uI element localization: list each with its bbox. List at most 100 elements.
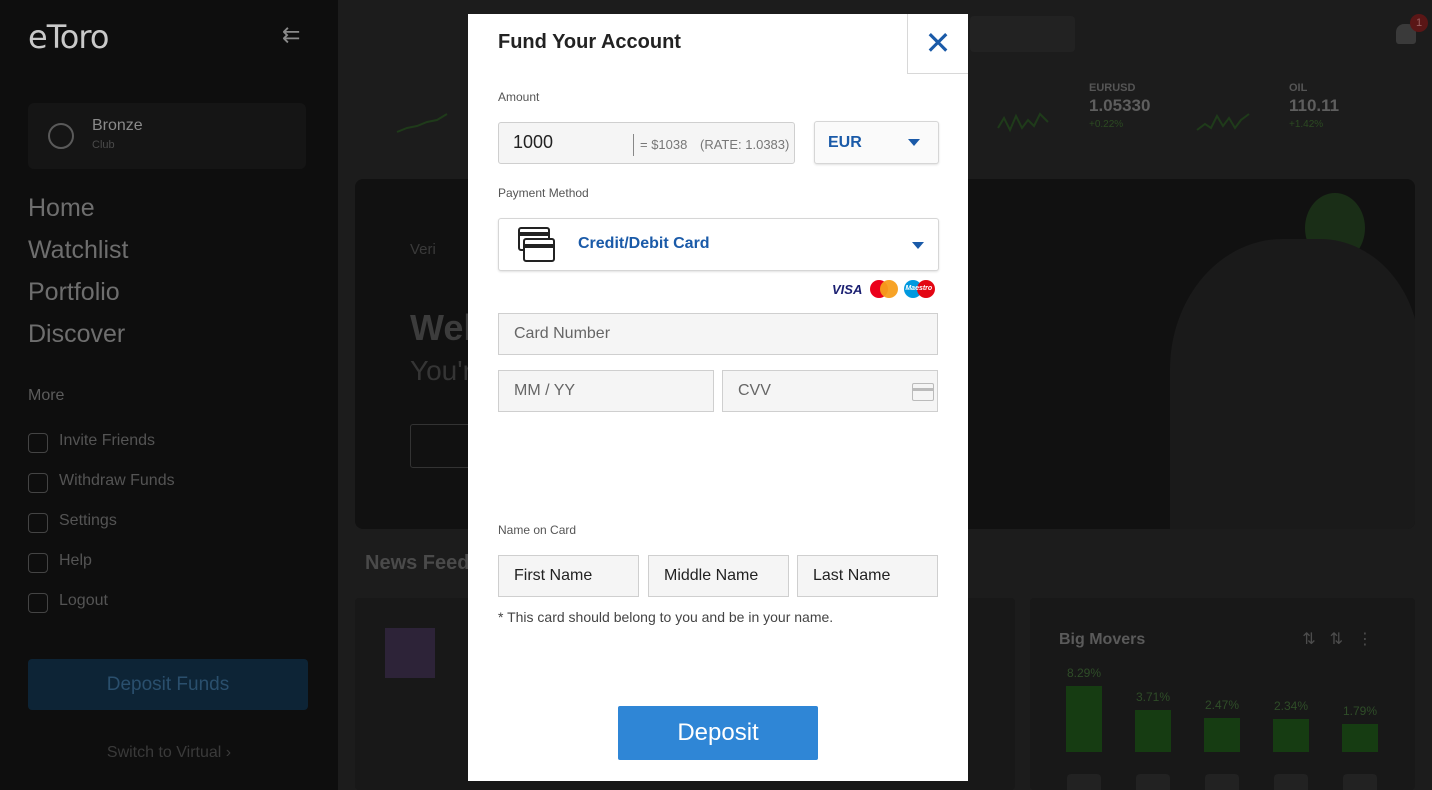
sidebar: eToro ⇇ Bronze Club Home Watchlist Portf… <box>0 0 338 790</box>
card-ownership-note: * This card should belong to you and be … <box>498 609 834 625</box>
name-on-card-label: Name on Card <box>498 523 577 537</box>
ticker-change: +1.42% <box>1289 119 1324 130</box>
amount-cursor <box>633 134 634 156</box>
ticker-price: 1.05330 <box>1089 96 1151 115</box>
visa-logo: VISA <box>832 281 863 297</box>
payment-method-select[interactable]: Credit/Debit Card <box>498 218 939 271</box>
hero-subheading: You'r <box>410 355 472 386</box>
mover-logo[interactable] <box>1205 774 1239 790</box>
maestro-text: Maestro <box>905 285 933 292</box>
more-heading: More <box>28 387 65 404</box>
nav-item-logout[interactable]: Logout <box>28 592 175 632</box>
nav-item-label: Settings <box>59 512 117 529</box>
nav-item-portfolio[interactable]: Portfolio <box>28 276 128 318</box>
news-feed-title: News Feed <box>365 552 470 574</box>
club-name: Bronze <box>92 117 143 134</box>
amount-input[interactable] <box>513 132 623 153</box>
mover-bar[interactable] <box>1135 710 1171 752</box>
amount-rate: (RATE: 1.0383) <box>700 137 790 152</box>
mover-bar[interactable] <box>1066 686 1102 752</box>
amount-converted: = $1038 <box>640 137 688 152</box>
mover-logo[interactable] <box>1067 774 1101 790</box>
close-icon[interactable]: ✕ <box>907 14 968 74</box>
notification-badge: 1 <box>1410 14 1428 32</box>
mover-bar[interactable] <box>1342 724 1378 752</box>
cvv-placeholder: CVV <box>738 382 771 399</box>
nav-item-withdraw-funds[interactable]: Withdraw Funds <box>28 472 175 512</box>
coins-icon <box>28 473 48 493</box>
sparkline <box>1196 113 1250 131</box>
avatar <box>385 628 435 678</box>
more-nav: Invite Friends Withdraw Funds Settings H… <box>28 432 175 632</box>
nav-item-invite-friends[interactable]: Invite Friends <box>28 432 175 472</box>
mover-label: 1.79% <box>1343 704 1378 718</box>
first-name-input[interactable]: First Name <box>498 555 639 597</box>
logout-icon <box>28 593 48 613</box>
nav-item-settings[interactable]: Settings <box>28 512 175 552</box>
middle-name-input[interactable]: Middle Name <box>648 555 789 597</box>
club-icon <box>48 123 74 149</box>
currency-value: EUR <box>828 134 862 151</box>
sparkline <box>396 113 448 133</box>
hero-heading: Wel <box>410 307 474 348</box>
sort-icons[interactable]: ⇅⇅⋮ <box>1302 629 1387 649</box>
amount-label: Amount <box>498 90 540 104</box>
mover-logo[interactable] <box>1274 774 1308 790</box>
card-brands: VISA Maestro <box>832 280 936 298</box>
mover-logo[interactable] <box>1343 774 1377 790</box>
gear-icon <box>28 513 48 533</box>
nav-item-label: Withdraw Funds <box>59 472 175 489</box>
piggy-bank-image <box>1170 239 1415 529</box>
nav-item-label: Invite Friends <box>59 432 156 449</box>
mover-bar[interactable] <box>1204 718 1240 752</box>
ticker-symbol: OIL <box>1289 82 1308 94</box>
nav-item-label: Logout <box>59 592 108 609</box>
cvv-card-icon <box>912 383 934 401</box>
modal-title: Fund Your Account <box>498 31 681 53</box>
nav-item-watchlist[interactable]: Watchlist <box>28 234 128 276</box>
nav-item-label: Help <box>59 552 92 569</box>
etoro-logo: eToro <box>28 18 109 56</box>
club-card[interactable]: Bronze Club <box>28 103 306 169</box>
mover-label: 2.47% <box>1205 698 1240 712</box>
last-name-input[interactable]: Last Name <box>797 555 938 597</box>
nav-item-home[interactable]: Home <box>28 192 128 234</box>
mover-logo[interactable] <box>1136 774 1170 790</box>
payment-method-value: Credit/Debit Card <box>578 235 710 252</box>
deposit-button[interactable]: Deposit <box>618 706 818 760</box>
mover-label: 2.34% <box>1274 699 1309 713</box>
hero-verify-text: Veri <box>410 241 436 258</box>
mover-bar[interactable] <box>1273 719 1309 752</box>
deposit-funds-button[interactable]: Deposit Funds <box>28 659 308 710</box>
amount-field[interactable]: = $1038 (RATE: 1.0383) <box>498 122 795 164</box>
credit-card-icon <box>518 227 555 262</box>
megaphone-icon <box>28 433 48 453</box>
fund-account-modal: Fund Your Account ✕ Amount = $1038 (RATE… <box>468 14 968 781</box>
chevron-down-icon <box>908 139 920 146</box>
ticker-change: +0.22% <box>1089 119 1124 130</box>
switch-to-virtual-link[interactable]: Switch to Virtual › <box>0 744 338 762</box>
currency-select[interactable]: EUR <box>814 121 939 164</box>
nav-item-help[interactable]: Help <box>28 552 175 592</box>
ticker-oil[interactable]: OIL 110.11 +1.42% <box>1289 82 1339 130</box>
cvv-input[interactable]: CVV <box>722 370 938 412</box>
club-sub: Club <box>92 139 115 151</box>
ticker-eurusd[interactable]: EURUSD 1.05330 +0.22% <box>1089 82 1150 130</box>
chevron-down-icon <box>912 242 924 249</box>
payment-method-label: Payment Method <box>498 186 589 200</box>
help-icon <box>28 553 48 573</box>
ticker-price: 110.11 <box>1289 96 1340 115</box>
mover-label: 8.29% <box>1067 666 1102 680</box>
card-number-input[interactable]: Card Number <box>498 313 938 355</box>
sparkline <box>997 112 1049 133</box>
mover-label: 3.71% <box>1136 690 1171 704</box>
nav-item-discover[interactable]: Discover <box>28 318 128 360</box>
expiry-input[interactable]: MM / YY <box>498 370 714 412</box>
maestro-logo: Maestro <box>904 280 936 298</box>
big-movers-title: Big Movers <box>1059 631 1146 648</box>
mastercard-logo <box>870 280 899 298</box>
main-nav: Home Watchlist Portfolio Discover <box>28 192 128 360</box>
ticker-symbol: EURUSD <box>1089 82 1136 94</box>
search-bar[interactable] <box>970 16 1075 52</box>
collapse-sidebar-icon[interactable]: ⇇ <box>282 22 300 48</box>
